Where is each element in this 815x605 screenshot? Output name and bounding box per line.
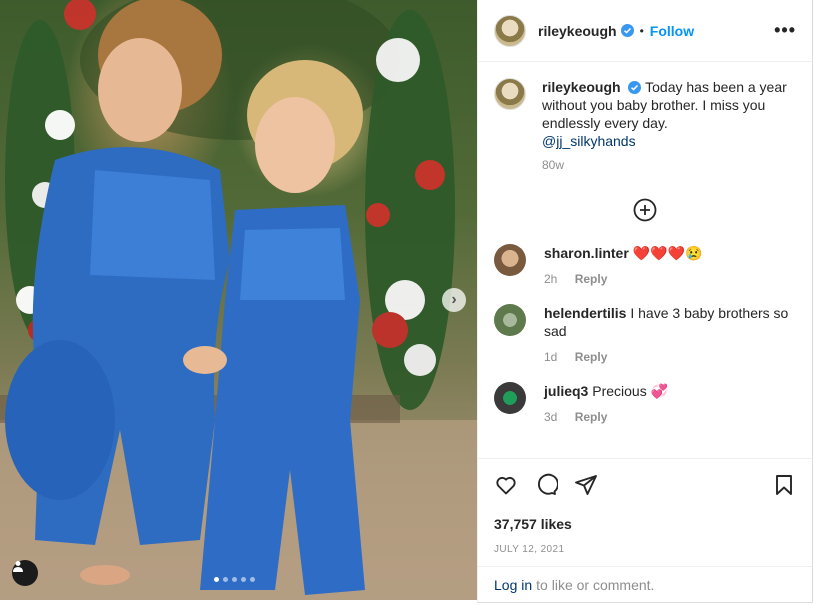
post-header: rileykeough • Follow •••: [478, 0, 812, 62]
comment-item: helendertilis I have 3 baby brothers so …: [478, 304, 812, 366]
caption-mention-link[interactable]: @jj_silkyhands: [542, 132, 792, 150]
carousel-indicator: [214, 577, 255, 582]
avatar[interactable]: [494, 14, 526, 47]
carousel-dot: [214, 577, 219, 582]
action-bar: [478, 471, 812, 499]
photo-illustration: [0, 0, 477, 600]
reply-button[interactable]: Reply: [575, 410, 608, 424]
likes-count[interactable]: 37,757 likes: [478, 516, 812, 532]
follow-button[interactable]: Follow: [650, 23, 694, 39]
comment-item: julieq3 Precious 💞 3d Reply: [478, 382, 812, 426]
caption-username[interactable]: rileykeough: [542, 79, 621, 95]
carousel-dot: [250, 577, 255, 582]
post-actions-section: 37,757 likes JULY 12, 2021: [478, 458, 812, 555]
post-photo[interactable]: ›: [0, 0, 477, 600]
plus-circle-icon: [633, 198, 657, 222]
chevron-right-icon: ›: [451, 291, 457, 308]
carousel-dot: [232, 577, 237, 582]
username-link[interactable]: rileykeough: [538, 23, 617, 39]
carousel-dot: [241, 577, 246, 582]
comment-timestamp: 2h: [544, 272, 558, 286]
login-link[interactable]: Log in: [494, 577, 532, 593]
comment-bubble-icon[interactable]: [534, 473, 558, 497]
post-date[interactable]: JULY 12, 2021: [478, 544, 812, 555]
separator-dot: •: [639, 23, 644, 38]
comment-username[interactable]: helendertilis: [544, 305, 626, 321]
post-side-panel: rileykeough • Follow ••• rileykeough Tod…: [477, 0, 813, 603]
tagged-users-button[interactable]: [12, 560, 38, 586]
comment-username[interactable]: julieq3: [544, 383, 588, 399]
share-paper-plane-icon[interactable]: [574, 473, 598, 497]
avatar[interactable]: [494, 304, 526, 336]
post-caption: rileykeough Today has been a year withou…: [478, 62, 812, 174]
comment-item: sharon.linter ❤️❤️❤️😢 2h Reply: [478, 244, 812, 288]
comment-username[interactable]: sharon.linter: [544, 245, 629, 261]
carousel-next-button[interactable]: ›: [442, 288, 466, 312]
comment-timestamp: 3d: [544, 410, 558, 424]
carousel-dot: [223, 577, 228, 582]
comment-timestamp: 1d: [544, 350, 558, 364]
comment-text: ❤️❤️❤️😢: [632, 245, 703, 261]
avatar[interactable]: [494, 244, 526, 276]
reply-button[interactable]: Reply: [575, 272, 608, 286]
login-suffix-text: to like or comment.: [536, 576, 655, 593]
comment-text: Precious 💞: [592, 383, 669, 399]
caption-timestamp: 80w: [542, 158, 565, 172]
login-prompt: Log in to like or comment.: [478, 566, 812, 602]
verified-badge-icon: [620, 24, 634, 37]
verified-badge-icon: [628, 81, 642, 94]
avatar[interactable]: [494, 382, 526, 414]
avatar[interactable]: [494, 78, 526, 110]
like-heart-icon[interactable]: [494, 473, 518, 497]
save-bookmark-icon[interactable]: [772, 473, 796, 497]
reply-button[interactable]: Reply: [575, 350, 608, 364]
load-more-comments-button[interactable]: [478, 198, 812, 230]
user-icon: [13, 561, 23, 572]
more-options-icon[interactable]: •••: [774, 20, 796, 41]
